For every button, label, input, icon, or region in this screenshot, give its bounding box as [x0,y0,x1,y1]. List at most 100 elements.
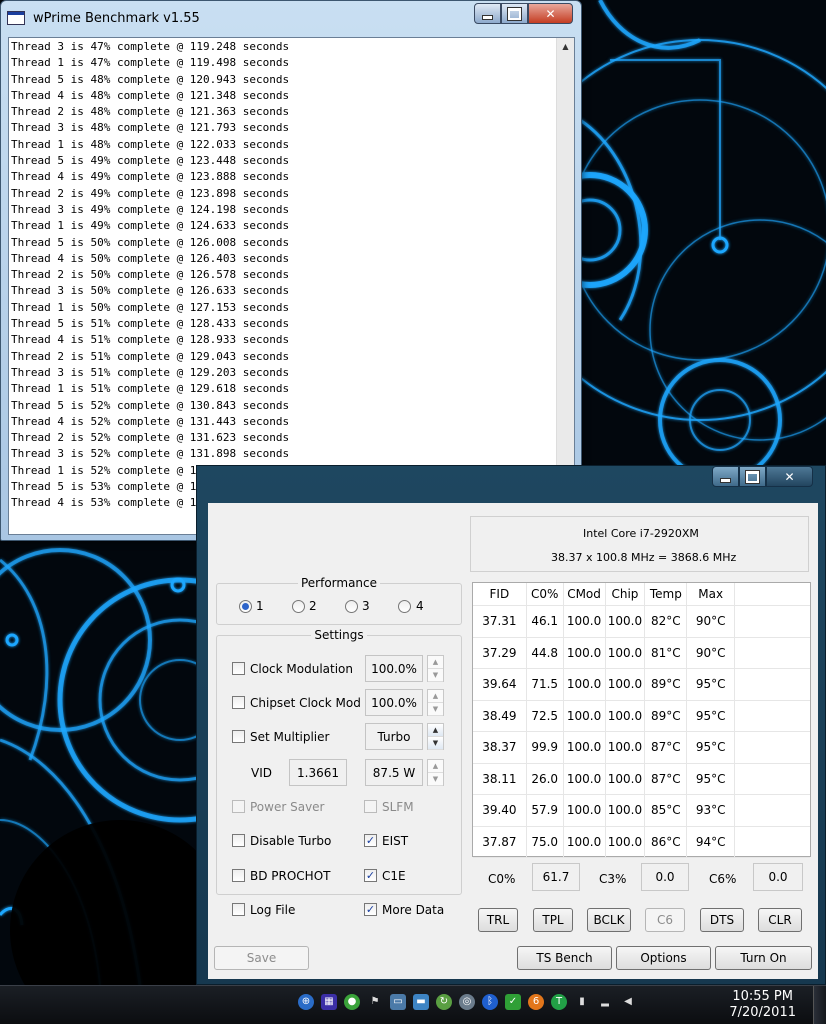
clock-modulation-checkbox[interactable] [232,662,245,675]
close-button[interactable]: ✕ [528,3,573,24]
table-cell: 95°C [686,731,736,764]
volume-icon[interactable]: ◀ [620,994,636,1010]
sync-icon[interactable]: ↻ [436,994,452,1010]
console-line: Thread 3 is 48% complete @ 121.793 secon… [11,121,290,135]
console-output[interactable]: Thread 3 is 47% complete @ 119.248 secon… [8,37,575,535]
set-multiplier-checkbox[interactable] [232,730,245,743]
rt-maximize-button[interactable] [739,466,766,487]
temperature-t-icon[interactable]: T [551,994,567,1010]
turn-on-button[interactable]: Turn On [715,946,812,970]
power-spinner[interactable]: ▲ ▼ [427,759,444,786]
power-plug-icon[interactable]: ▮ [574,994,590,1010]
table-cell: 95°C [686,700,736,732]
console-line: Thread 4 is 50% complete @ 126.403 secon… [11,251,290,265]
clock-modulation-spinner[interactable]: ▲ ▼ [427,655,444,682]
save-button[interactable]: Save [214,946,309,970]
bclk-button[interactable]: BCLK [587,908,631,932]
table-cell: 95°C [686,763,736,795]
performance-radio-4[interactable] [398,600,411,613]
close-icon: ✕ [545,6,556,21]
table-cell: 100.0 [563,668,606,701]
table-cell: 39.40 [473,794,527,827]
c6-button[interactable]: C6 [645,908,685,932]
console-line: Thread 5 is 52% complete @ 130.843 secon… [11,398,290,412]
usb-device-icon[interactable]: ▬ [413,994,429,1010]
maximize-icon [507,6,522,21]
console-line: Thread 1 is 47% complete @ 119.498 secon… [11,56,290,70]
close-icon: ✕ [784,469,795,484]
performance-radio-1[interactable] [239,600,252,613]
set-multiplier-value[interactable]: Turbo [365,723,423,750]
console-line: Thread 2 is 49% complete @ 123.898 secon… [11,186,290,200]
table-cell: 100.0 [605,700,646,732]
window-title-bar[interactable]: wPrime Benchmark v1.55 [7,7,200,29]
taskbar-clock[interactable]: 10:55 PM 7/20/2011 [729,989,796,1021]
table-cell: 100.0 [563,605,606,638]
more-data-checkbox[interactable]: ✓ [364,903,377,916]
trl-button[interactable]: TRL [478,908,518,932]
log-file-label: Log File [250,903,296,917]
table-cell: 26.0 [526,763,564,795]
console-line: Thread 4 is 52% complete @ 131.443 secon… [11,414,290,428]
checkmark-app-icon[interactable]: ✓ [505,994,521,1010]
console-line: Thread 5 is 50% complete @ 126.008 secon… [11,235,290,249]
system-tray: ⊕ ▦ ● ⚑ ▭ ▬ ↻ ◎ ᛒ ✓ 6 T ▮ ▂ ◀ [298,994,643,1010]
c0-label: C0% [488,872,516,886]
chipset-clock-mod-value[interactable]: 100.0% [365,689,423,716]
table-row: 37.31 46.1 100.0 100.0 82°C 90°C [473,605,810,638]
scroll-up-arrow-icon[interactable]: ▲ [557,38,574,55]
set-multiplier-spinner[interactable]: ▲ ▼ [427,723,444,750]
table-row: 37.87 75.0 100.0 100.0 86°C 94°C [473,826,810,858]
security-shield-icon[interactable]: ● [344,994,360,1010]
display-icon[interactable]: ▭ [390,994,406,1010]
slfm-checkbox[interactable] [364,800,377,813]
table-cell: 100.0 [605,731,646,764]
action-center-flag-icon[interactable]: ⚑ [367,994,383,1010]
minimize-icon [482,15,493,20]
log-file-checkbox[interactable] [232,903,245,916]
intel-graphics-icon[interactable]: ▦ [321,994,337,1010]
maximize-button[interactable] [501,3,528,24]
power-saver-checkbox[interactable] [232,800,245,813]
console-lines: Thread 3 is 47% complete @ 119.248 secon… [11,39,289,512]
clr-button[interactable]: CLR [758,908,802,932]
rt-close-button[interactable]: ✕ [766,466,813,487]
minimize-button[interactable] [474,3,501,24]
bd-prochot-checkbox[interactable] [232,869,245,882]
wprime-window: wPrime Benchmark v1.55 ✕ Thread 3 is 47%… [0,0,582,541]
performance-option-3: 3 [362,599,370,613]
clock-time: 10:55 PM [732,989,793,1004]
eist-checkbox[interactable]: ✓ [364,834,377,847]
c0-value: 61.7 [532,863,580,891]
show-desktop-button[interactable] [813,986,826,1024]
performance-option-4: 4 [416,599,424,613]
console-line: Thread 1 is 49% complete @ 124.633 secon… [11,219,290,233]
rt-minimize-button[interactable] [712,466,739,487]
console-line: Thread 4 is 49% complete @ 123.888 secon… [11,170,290,184]
disable-turbo-checkbox[interactable] [232,834,245,847]
c1e-checkbox[interactable]: ✓ [364,869,377,882]
disc-icon[interactable]: ◎ [459,994,475,1010]
performance-radio-2[interactable] [292,600,305,613]
set-multiplier-label: Set Multiplier [250,730,330,744]
chipset-clock-mod-spinner[interactable]: ▲ ▼ [427,689,444,716]
col-header-cmod: CMod [563,583,606,606]
tpl-button[interactable]: TPL [533,908,573,932]
power-value: 87.5 W [365,759,423,786]
table-row: 39.64 71.5 100.0 100.0 89°C 95°C [473,668,810,701]
minimize-icon [720,478,731,483]
chipset-clock-mod-checkbox[interactable] [232,696,245,709]
signal-bars-icon[interactable]: ▂ [597,994,613,1010]
network-globe-icon[interactable]: ⊕ [298,994,314,1010]
bluetooth-icon[interactable]: ᛒ [482,994,498,1010]
performance-option-2: 2 [309,599,317,613]
ts-bench-button[interactable]: TS Bench [517,946,612,970]
clock-modulation-value[interactable]: 100.0% [365,655,423,682]
col-header-c0: C0% [526,583,564,606]
console-line: Thread 2 is 50% complete @ 126.578 secon… [11,268,290,282]
dts-button[interactable]: DTS [700,908,744,932]
options-button[interactable]: Options [616,946,711,970]
vertical-scrollbar[interactable]: ▲ ▼ [556,38,574,534]
realtemp-6-icon[interactable]: 6 [528,994,544,1010]
performance-radio-3[interactable] [345,600,358,613]
